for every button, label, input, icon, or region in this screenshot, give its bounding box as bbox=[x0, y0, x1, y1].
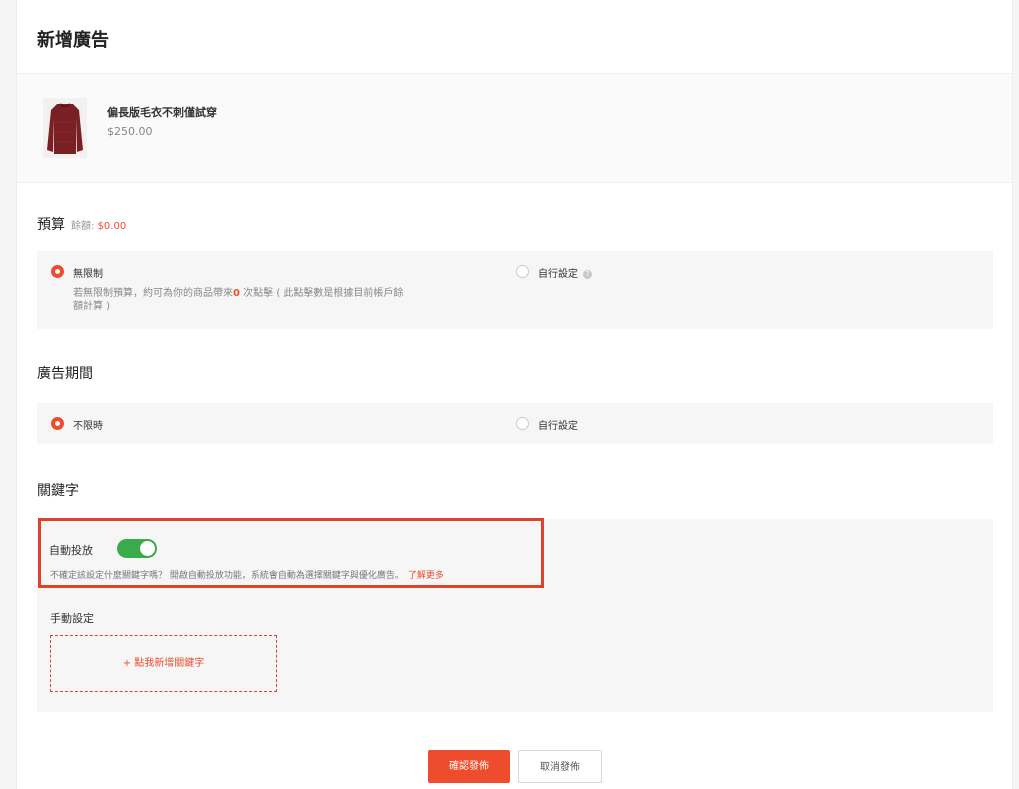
budget-unlimited-label[interactable]: 無限制 bbox=[73, 265, 103, 280]
period-custom-label[interactable]: 自行設定 bbox=[538, 417, 578, 432]
cancel-publish-button[interactable]: 取消發佈 bbox=[518, 750, 602, 783]
help-icon[interactable]: ? bbox=[583, 269, 592, 279]
budget-options-panel: 無限制 若無限制預算，約可為你的商品帶來0 次點擊 ( 此點擊數是根據目前帳戶餘… bbox=[37, 251, 993, 329]
product-thumbnail bbox=[43, 98, 87, 158]
budget-balance-value: $0.00 bbox=[97, 221, 127, 232]
add-keyword-button[interactable]: + 點我新增關鍵字 bbox=[50, 635, 277, 692]
budget-unlimited-radio[interactable] bbox=[51, 265, 64, 278]
budget-custom-radio[interactable] bbox=[516, 265, 529, 278]
toggle-knob bbox=[140, 541, 155, 556]
auto-placement-label: 自動投放 bbox=[49, 544, 93, 557]
learn-more-link[interactable]: 了解更多 bbox=[408, 571, 444, 581]
auto-placement-description: 不確定該設定什麼關鍵字嗎？ 開啟自動投放功能，系統會自動為選擇關鍵字與優化廣告。… bbox=[50, 571, 444, 581]
period-unlimited-label[interactable]: 不限時 bbox=[73, 417, 103, 432]
auto-placement-toggle[interactable] bbox=[117, 539, 157, 558]
budget-balance: 餘額: $0.00 bbox=[71, 221, 127, 232]
product-price: $250.00 bbox=[107, 125, 153, 138]
create-ad-card: 新增廣告 偏長版毛衣不刺僅試穿 $250.00 預算 餘額: $0.00 無限制 … bbox=[16, 0, 1013, 789]
budget-unlimited-description: 若無限制預算，約可為你的商品帶來0 次點擊 ( 此點擊數是根據目前帳戶餘額計算 … bbox=[73, 288, 404, 312]
period-custom-radio[interactable] bbox=[516, 417, 529, 430]
period-unlimited-radio[interactable] bbox=[51, 417, 64, 430]
product-name: 偏長版毛衣不刺僅試穿 bbox=[107, 106, 217, 119]
estimated-clicks: 0 bbox=[233, 288, 240, 299]
confirm-publish-button[interactable]: 確認發佈 bbox=[428, 750, 510, 783]
period-options-panel: 不限時 自行設定 bbox=[37, 403, 993, 444]
budget-section-title: 預算 餘額: $0.00 bbox=[37, 214, 126, 234]
keywords-section-title: 關鍵字 bbox=[37, 483, 79, 499]
budget-custom-option[interactable]: 自行設定? bbox=[538, 265, 592, 280]
page-title: 新增廣告 bbox=[37, 30, 109, 51]
manual-keywords-label: 手動設定 bbox=[50, 612, 94, 625]
sweater-image bbox=[43, 98, 87, 158]
budget-title: 預算 bbox=[37, 217, 65, 233]
period-section-title: 廣告期間 bbox=[37, 366, 93, 382]
product-summary: 偏長版毛衣不刺僅試穿 $250.00 bbox=[17, 73, 1012, 183]
